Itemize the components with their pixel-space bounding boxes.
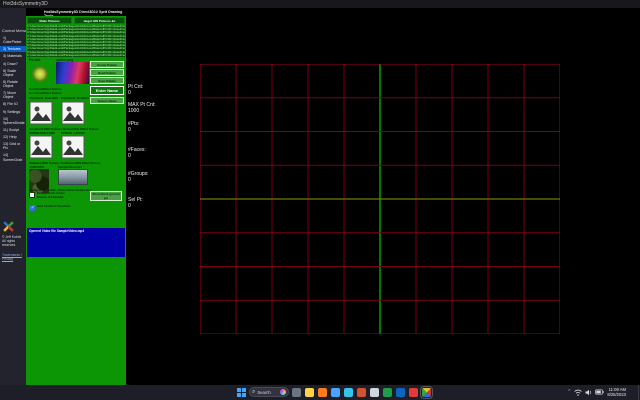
- grid-checkbox[interactable]: [29, 205, 35, 211]
- sidebar-item-draw[interactable]: 4) Draw?: [0, 61, 26, 67]
- powerpoint-icon[interactable]: [357, 388, 366, 397]
- sidebar-item-settings[interactable]: 9) Settings: [0, 109, 26, 115]
- noise-texture-thumbnail[interactable]: [29, 63, 51, 85]
- taskbar-search[interactable]: ⌕ Search: [249, 387, 289, 397]
- firefox-icon[interactable]: [318, 388, 327, 397]
- chevron-up-icon[interactable]: ⌃: [567, 389, 571, 395]
- search-icon: ⌕: [252, 387, 255, 397]
- texture-name-button[interactable]: Texture Name: [90, 97, 124, 104]
- psys-burn-label: Psys.Gen2_Burn.DDS: [29, 96, 58, 100]
- drawing-grid: [200, 64, 560, 334]
- texture-name-input[interactable]: Enter Name: [90, 86, 124, 95]
- background-checkbox-row: Background shows Picture if Checked: [29, 192, 71, 199]
- taskbar-clock[interactable]: 11:08 AM 8/25/2023: [607, 387, 626, 398]
- irradiance-texture-placeholder[interactable]: [61, 135, 85, 159]
- copilot-icon[interactable]: [280, 389, 286, 395]
- file-explorer-icon[interactable]: [305, 388, 314, 397]
- cloud-effect-label-right: Gen.CloudEffect Texture: [29, 91, 62, 95]
- device-icon[interactable]: [292, 388, 301, 397]
- hot3ds-app-icon[interactable]: [422, 388, 431, 397]
- search-label: Search: [257, 390, 278, 395]
- linkedin-icon[interactable]: [396, 388, 405, 397]
- sidebar-item-materials[interactable]: 3) Materials: [0, 53, 26, 59]
- psys-normal-label: Psys.Gen2_Normal 2: [61, 96, 89, 100]
- background-checkbox-label: Background shows Picture if Checked: [37, 192, 71, 199]
- stat-pts: #Pts:0: [128, 121, 139, 134]
- pic-dds-label: Pic.dds: [29, 58, 40, 62]
- control-menu-heading: Control Menu: [2, 28, 26, 33]
- tab-target-gdi-pictures[interactable]: target GDI Pictures &c: [74, 17, 125, 24]
- taskbar: ⌕ Search ⌃ 11:08 AM: [0, 385, 640, 400]
- video-thumbnail[interactable]: [58, 169, 88, 185]
- sidebar-item-sculpt[interactable]: 11) Sculpt: [0, 127, 26, 133]
- video-status-box: Opened Video file SampleVideo.mp4: [27, 228, 125, 257]
- window-title: Hot3dsSymmetry3D: [3, 1, 48, 7]
- radiance-texture-placeholder[interactable]: [29, 135, 53, 159]
- system-tray: ⌃ 11:08 AM 8/25/2023: [567, 387, 626, 398]
- copyright-text: © Jeff Kubitz All rights reserved.: [2, 235, 24, 247]
- read-palette-button[interactable]: Read Palette: [90, 69, 124, 76]
- textures-panel: Make Pictures target GDI Pictures &c C:\…: [26, 16, 126, 385]
- sidebar-item-grid-or-pic[interactable]: 13) Grid or Pic: [0, 141, 26, 151]
- window-titlebar[interactable]: Hot3dsSymmetry3D: [0, 0, 640, 8]
- sidebar: Control Menu 1) ColorPicker 2) Textures …: [0, 8, 26, 385]
- viewport-canvas[interactable]: Pt Cnt:0 MAX Pt Cnt:1000 #Pts:0 #Faces:0…: [126, 8, 640, 385]
- sidebar-item-colorpicker[interactable]: 1) ColorPicker: [0, 35, 26, 45]
- stat-faces: #Faces:0: [128, 147, 146, 160]
- stat-groups: #Groups:0: [128, 171, 149, 184]
- save-palette-button[interactable]: Save Palette: [90, 77, 124, 84]
- sidebar-item-textures[interactable]: 2) Textures: [0, 46, 26, 52]
- sidebar-item-move-object[interactable]: 7) Move Object: [0, 90, 26, 100]
- sidebar-item-help[interactable]: 12) Help: [0, 134, 26, 140]
- excel-icon[interactable]: [383, 388, 392, 397]
- sidebar-item-rotate-object[interactable]: 6) Rotate Object: [0, 79, 26, 89]
- show-background-button[interactable]: Show Back ground pic: [90, 191, 122, 201]
- edge-icon[interactable]: [344, 388, 353, 397]
- create-palette-button[interactable]: Create Palette: [90, 61, 124, 68]
- list-item[interactable]: C:\Users\user\AppData\Local\Packages\Hot…: [27, 54, 125, 57]
- stat-sel-pt: Sel Pt:0: [128, 197, 143, 210]
- stat-pt-cnt: Pt Cnt:0: [128, 84, 143, 97]
- normal-texture-placeholder[interactable]: [61, 101, 85, 125]
- texture-file-list[interactable]: C:\Users\user\AppData\Local\Packages\Hot…: [27, 25, 125, 57]
- video-status-text: Opened Video file SampleVideo.mp4: [27, 228, 125, 234]
- clock-date: 8/25/2023: [607, 392, 626, 397]
- sidebar-item-spheredivide[interactable]: 10) SphereDivide: [0, 116, 26, 126]
- grid-checkbox-label: Grid Shows if Checked: [37, 205, 71, 209]
- sidebar-menu: 1) ColorPicker 2) Textures 3) Materials …: [0, 35, 26, 164]
- volume-icon[interactable]: [585, 389, 592, 396]
- start-button-icon[interactable]: [236, 387, 246, 397]
- stat-max-pt-cnt: MAX Pt Cnt:1000: [128, 102, 156, 115]
- sidebar-item-file-io[interactable]: 8) File IO: [0, 101, 26, 107]
- sphere-texture-thumbnail[interactable]: [56, 62, 89, 84]
- trademarks-privacy-link[interactable]: Trademarks / Privacy: [2, 253, 24, 261]
- burn-texture-placeholder[interactable]: [29, 101, 53, 125]
- tab-make-pictures[interactable]: Make Pictures: [27, 17, 72, 24]
- taskbar-apps: [292, 388, 431, 397]
- folder-icon[interactable]: [331, 388, 340, 397]
- grid-checkbox-row: Grid Shows if Checked: [29, 205, 71, 211]
- background-checkbox[interactable]: [29, 192, 35, 198]
- sidebar-item-scale-object[interactable]: 5) Scale Object: [0, 68, 26, 78]
- store-icon[interactable]: [370, 388, 379, 397]
- pin-icon[interactable]: [409, 388, 418, 397]
- footer-logo-icon: [3, 221, 14, 232]
- screen: Hot3dsSymmetry3D Hot3dsSymmetry3D Direct…: [0, 0, 640, 400]
- wifi-icon[interactable]: [574, 389, 582, 396]
- battery-icon[interactable]: [595, 389, 604, 395]
- sidebar-item-screengrab[interactable]: 14) ScreenGrab: [0, 152, 26, 162]
